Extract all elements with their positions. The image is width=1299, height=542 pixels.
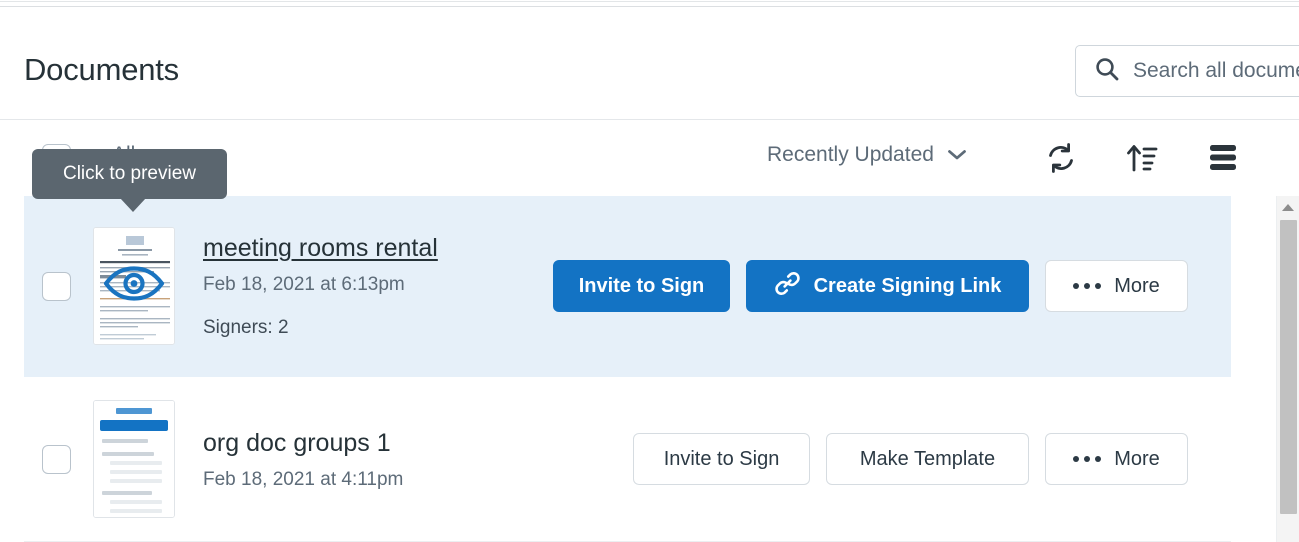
eye-icon xyxy=(103,264,165,309)
vertical-scrollbar[interactable] xyxy=(1276,196,1299,542)
document-thumbnail[interactable] xyxy=(93,227,175,345)
make-template-label: Make Template xyxy=(860,448,995,471)
caret-up-icon xyxy=(1281,199,1295,217)
more-label: More xyxy=(1114,275,1160,298)
invite-to-sign-button[interactable]: Invite to Sign xyxy=(553,260,730,312)
document-date: Feb 18, 2021 at 6:13pm xyxy=(203,273,553,297)
app-screenshot-thumbnail xyxy=(94,401,174,517)
scroll-up-button[interactable] xyxy=(1277,196,1299,219)
preview-tooltip-text: Click to preview xyxy=(63,163,196,185)
document-title[interactable]: meeting rooms rental xyxy=(203,232,553,264)
create-signing-link-label: Create Signing Link xyxy=(814,275,1002,298)
three-dots-icon xyxy=(1073,456,1101,462)
page-title: Documents xyxy=(24,50,179,90)
row-checkbox[interactable] xyxy=(42,445,71,474)
three-dots-icon xyxy=(1073,283,1101,289)
more-button[interactable]: More xyxy=(1045,433,1188,485)
top-divider-1 xyxy=(0,1,1299,2)
document-date: Feb 18, 2021 at 4:11pm xyxy=(203,468,553,492)
sort-ascending-icon[interactable] xyxy=(1126,142,1158,179)
search-input[interactable] xyxy=(1133,59,1299,83)
documents-list: meeting rooms rental Feb 18, 2021 at 6:1… xyxy=(24,196,1231,542)
list-view-icon[interactable] xyxy=(1207,143,1239,178)
invite-to-sign-label: Invite to Sign xyxy=(579,275,705,298)
table-row[interactable]: meeting rooms rental Feb 18, 2021 at 6:1… xyxy=(24,196,1231,377)
documents-page: Documents All Recently Updated xyxy=(0,0,1299,542)
invite-to-sign-label: Invite to Sign xyxy=(664,448,780,471)
page-header: Documents xyxy=(0,7,1299,120)
row-actions: Invite to Sign Make Template More xyxy=(633,433,1188,485)
make-template-button[interactable]: Make Template xyxy=(826,433,1029,485)
row-actions: Invite to Sign Create Signing Link Mor xyxy=(553,260,1188,312)
scrollbar-thumb[interactable] xyxy=(1280,220,1297,514)
table-row[interactable]: org doc groups 1 Feb 18, 2021 at 4:11pm … xyxy=(24,377,1231,542)
document-title[interactable]: org doc groups 1 xyxy=(203,427,553,459)
toolbar-icon-group xyxy=(1045,142,1239,179)
document-info: meeting rooms rental Feb 18, 2021 at 6:1… xyxy=(203,232,553,340)
document-signers: Signers: 2 xyxy=(203,316,553,340)
create-signing-link-button[interactable]: Create Signing Link xyxy=(746,260,1029,312)
preview-tooltip: Click to preview xyxy=(32,149,227,199)
document-thumbnail[interactable] xyxy=(93,400,175,518)
row-checkbox[interactable] xyxy=(42,272,71,301)
invite-to-sign-button[interactable]: Invite to Sign xyxy=(633,433,810,485)
document-info: org doc groups 1 Feb 18, 2021 at 4:11pm xyxy=(203,427,553,492)
sort-dropdown[interactable]: Recently Updated xyxy=(767,143,967,167)
more-label: More xyxy=(1114,448,1160,471)
refresh-icon[interactable] xyxy=(1045,142,1077,179)
search-icon xyxy=(1094,56,1120,87)
sort-dropdown-label: Recently Updated xyxy=(767,143,934,167)
link-icon xyxy=(774,270,801,303)
chevron-down-icon xyxy=(947,143,967,167)
search-box[interactable] xyxy=(1075,45,1299,97)
more-button[interactable]: More xyxy=(1045,260,1188,312)
